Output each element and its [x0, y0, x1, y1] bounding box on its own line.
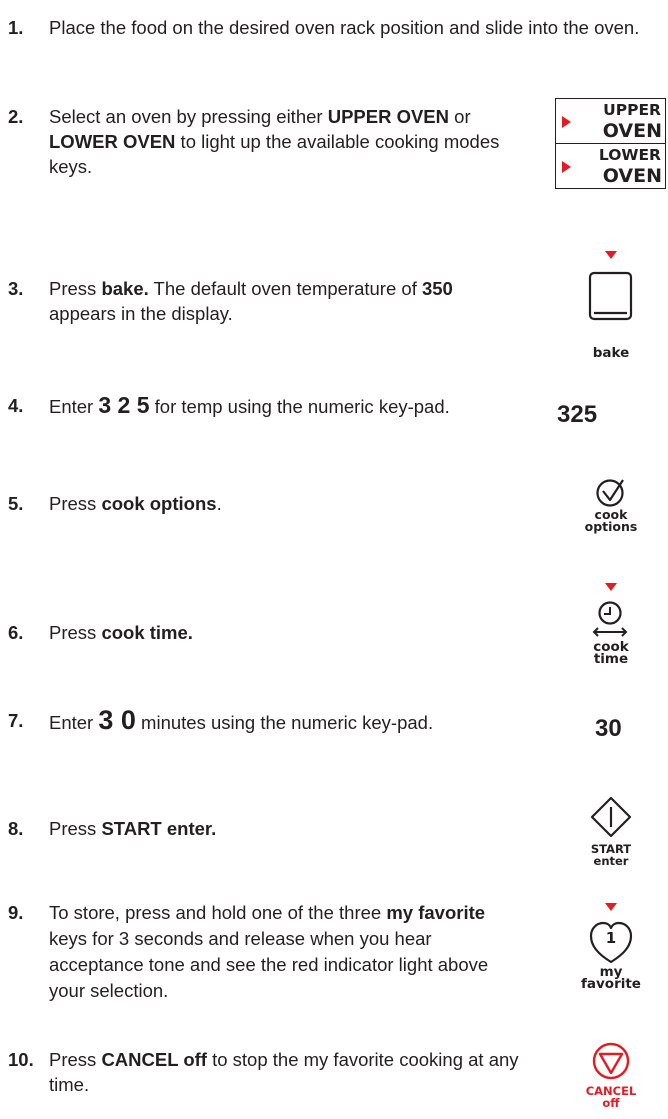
- step-text: minutes using the numeric key-pad.: [135, 712, 434, 733]
- step-text: Press: [49, 622, 102, 643]
- step-number: 9.: [8, 902, 24, 923]
- indicator-light-icon: [605, 251, 617, 259]
- cancel-off-label-line2: off: [602, 1096, 620, 1110]
- start-enter-label: START enter: [578, 843, 644, 867]
- step-bold: cook options: [101, 493, 217, 514]
- step-number: 5.: [8, 493, 24, 514]
- step-text: Press: [49, 1049, 102, 1070]
- my-favorite-label-line2: favorite: [581, 976, 641, 992]
- step-text: Press: [49, 493, 102, 514]
- step-number: 4.: [8, 395, 24, 416]
- step-text: The default oven temperature of: [148, 278, 422, 299]
- step-text: or: [449, 106, 471, 127]
- cook-time-label-line2: time: [593, 651, 629, 667]
- lower-oven-key[interactable]: LOWER OVEN: [555, 143, 666, 189]
- my-favorite-label: my favorite: [570, 965, 652, 992]
- step-bold: LOWER OVEN: [49, 131, 176, 152]
- cancel-off-key[interactable]: [591, 1041, 631, 1081]
- step-text: keys for 3 seconds and release when you …: [49, 928, 489, 1001]
- bake-key[interactable]: [588, 271, 634, 321]
- step-text: Press: [49, 818, 102, 839]
- cancel-off-label: CANCEL off: [578, 1085, 644, 1109]
- step-number: 10.: [8, 1049, 34, 1070]
- step-text: .: [216, 493, 222, 514]
- step-bold: CANCEL off: [101, 1049, 207, 1070]
- step-bold: cook time.: [101, 622, 193, 643]
- start-diamond-icon: [590, 796, 632, 838]
- step-bold: bake.: [101, 278, 149, 299]
- start-enter-key[interactable]: [590, 796, 632, 838]
- checkmark-circle-icon: [596, 479, 624, 507]
- step-text: Enter: [49, 712, 99, 733]
- my-favorite-key[interactable]: 1: [588, 920, 634, 966]
- step-number: 8.: [8, 818, 24, 839]
- upper-oven-key[interactable]: UPPER OVEN: [555, 98, 666, 144]
- step-bold: UPPER OVEN: [327, 106, 450, 127]
- upper-oven-label-line1: UPPER: [603, 101, 661, 119]
- step-text: appears in the display.: [49, 303, 233, 324]
- indicator-light-icon: [605, 903, 617, 911]
- step-bold: my favorite: [386, 902, 486, 923]
- indicator-arrow-icon: [562, 161, 571, 173]
- bake-label: bake: [592, 345, 630, 361]
- indicator-light-icon: [605, 583, 617, 591]
- indicator-arrow-icon: [562, 116, 571, 128]
- step-text: Press: [49, 278, 102, 299]
- step-text: Place the food on the desired oven rack …: [49, 17, 640, 38]
- cook-options-label-line2: options: [584, 519, 638, 534]
- cook-time-label: cook time: [578, 640, 644, 667]
- start-enter-label-line2: enter: [593, 854, 629, 868]
- cook-options-label: cook options: [578, 508, 644, 534]
- upper-oven-label-line2: OVEN: [602, 120, 662, 142]
- cook-options-key[interactable]: [590, 478, 630, 508]
- bake-icon: [588, 271, 633, 321]
- step-number: 2.: [8, 106, 24, 127]
- step-bold: 3 2 5: [98, 392, 150, 418]
- clock-icon: [592, 601, 628, 637]
- step-bold: START enter.: [101, 818, 217, 839]
- step-bold: 350: [421, 278, 453, 299]
- step-text: Enter: [49, 396, 99, 417]
- step-bold: 3 0: [98, 705, 136, 735]
- step-text: To store, press and hold one of the thre…: [49, 902, 387, 923]
- favorite-number: 1: [605, 929, 617, 947]
- cook-time-key[interactable]: [590, 600, 630, 640]
- step-text: Select an oven by pressing either: [49, 106, 328, 127]
- lower-oven-label-line1: LOWER: [598, 146, 661, 164]
- temperature-display: 325: [557, 401, 598, 428]
- step-number: 6.: [8, 622, 24, 643]
- cancel-triangle-icon: [592, 1042, 630, 1080]
- step-number: 3.: [8, 278, 24, 299]
- step-text: for temp using the numeric key-pad.: [149, 396, 450, 417]
- time-display: 30: [595, 715, 622, 742]
- step-number: 7.: [8, 710, 24, 731]
- step-number: 1.: [8, 17, 24, 38]
- lower-oven-label-line2: OVEN: [602, 165, 662, 187]
